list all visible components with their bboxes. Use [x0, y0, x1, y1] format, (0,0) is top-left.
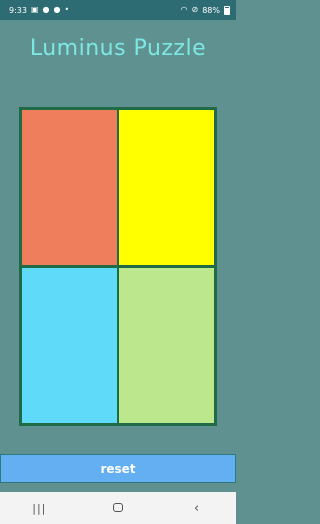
navigation-bar: ||| ‹: [0, 492, 236, 524]
dot-icon: •: [64, 5, 70, 14]
pin-icon: ●: [53, 5, 61, 14]
reset-button[interactable]: reset: [0, 454, 236, 483]
battery-percent: 88%: [202, 5, 220, 15]
recent-apps-icon[interactable]: |||: [19, 502, 59, 515]
pin-icon: ●: [42, 5, 50, 14]
tile-bottom-right[interactable]: [118, 267, 215, 424]
tile-bottom-left[interactable]: [21, 267, 118, 424]
home-icon: [112, 502, 123, 512]
battery-icon: [224, 5, 230, 15]
home-button[interactable]: [98, 501, 138, 516]
status-left: 9:33 ▣ ● ● •: [9, 6, 69, 15]
tile-top-right[interactable]: [118, 109, 215, 266]
tile-top-left[interactable]: [21, 109, 118, 266]
app-title: Luminus Puzzle: [29, 36, 207, 61]
status-bar: 9:33 ▣ ● ● • ◠ ⊘ 88%: [0, 0, 236, 20]
wifi-icon: ◠: [180, 5, 188, 14]
back-icon[interactable]: ‹: [177, 501, 217, 516]
dnd-icon: ⊘: [191, 5, 199, 14]
image-icon: ▣: [30, 5, 39, 14]
status-time: 9:33: [9, 5, 27, 15]
status-right: ◠ ⊘ 88%: [180, 5, 230, 15]
puzzle-board: [19, 107, 217, 426]
